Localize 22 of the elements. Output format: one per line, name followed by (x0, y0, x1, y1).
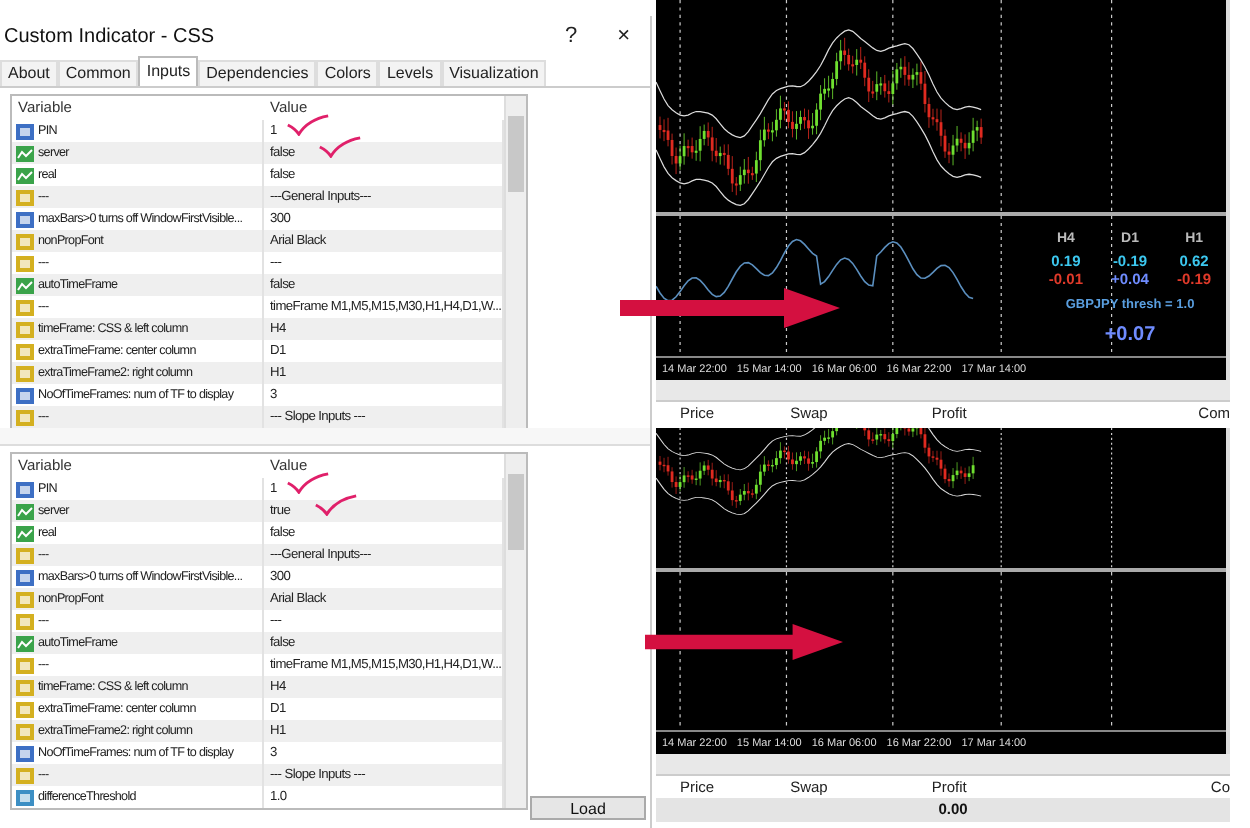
tab[interactable]: About (0, 60, 58, 86)
variable-type-icon (16, 635, 34, 651)
window-title: Custom Indicator - CSS (4, 25, 217, 47)
variable-type-icon (16, 167, 34, 183)
tab[interactable]: Colors (316, 60, 379, 86)
total-value: +0.07 (1104, 324, 1156, 346)
tab[interactable]: Common (57, 60, 139, 86)
variable-type-icon (16, 481, 34, 497)
tab[interactable]: Visualization (441, 60, 547, 86)
scrollbar[interactable] (504, 96, 526, 428)
variable-type-icon (16, 525, 34, 541)
variable-type-icon (16, 123, 34, 139)
scrollbar[interactable] (504, 454, 526, 808)
variable-type-icon (16, 277, 34, 293)
help-button[interactable]: ? (552, 24, 590, 48)
tab[interactable]: Inputs (138, 56, 199, 86)
variable-type-icon (16, 503, 34, 519)
close-button[interactable]: × (605, 24, 642, 48)
tab[interactable]: Levels (378, 60, 442, 86)
load-button[interactable]: Load (530, 796, 646, 820)
tab[interactable]: Dependencies (198, 60, 317, 86)
variable-type-icon (16, 145, 34, 161)
